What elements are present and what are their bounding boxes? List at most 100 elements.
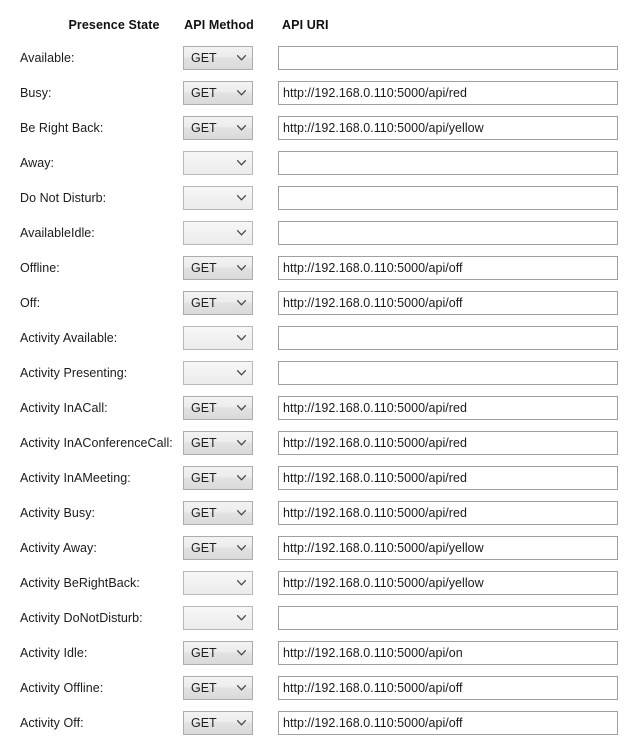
api-method-select[interactable]: GET: [183, 641, 253, 665]
api-method-select[interactable]: GET: [183, 711, 253, 735]
table-header-row: Presence State API Method API URI: [0, 18, 641, 38]
table-row: Away:: [0, 151, 641, 181]
api-uri-input[interactable]: [278, 326, 618, 350]
chevron-down-icon[interactable]: [236, 572, 246, 594]
api-method-select[interactable]: [183, 221, 253, 245]
presence-state-label: Activity BeRightBack:: [20, 576, 140, 590]
chevron-down-icon[interactable]: [236, 397, 246, 419]
api-uri-value: http://192.168.0.110:5000/api/yellow: [283, 576, 484, 590]
api-uri-input[interactable]: [278, 46, 618, 70]
presence-state-label: Activity Busy:: [20, 506, 96, 520]
column-header-api-uri: API URI: [282, 18, 329, 32]
api-uri-input[interactable]: http://192.168.0.110:5000/api/off: [278, 256, 618, 280]
api-uri-input[interactable]: [278, 221, 618, 245]
api-uri-input[interactable]: http://192.168.0.110:5000/api/yellow: [278, 536, 618, 560]
chevron-down-icon[interactable]: [236, 117, 246, 139]
api-uri-value: http://192.168.0.110:5000/api/off: [283, 681, 463, 695]
chevron-down-icon[interactable]: [236, 677, 246, 699]
chevron-down-icon[interactable]: [236, 502, 246, 524]
chevron-down-icon[interactable]: [236, 257, 246, 279]
table-row: Activity InACall: GET http://192.168.0.110…: [0, 396, 641, 426]
api-uri-input[interactable]: [278, 606, 618, 630]
presence-state-label: Be Right Back:: [20, 121, 104, 135]
presence-state-label: AvailableIdle:: [20, 226, 95, 240]
chevron-down-icon[interactable]: [236, 712, 246, 734]
presence-state-label: Off:: [20, 296, 41, 310]
api-method-select[interactable]: [183, 571, 253, 595]
api-method-value: GET: [191, 436, 217, 450]
presence-state-label: Activity Idle:: [20, 646, 88, 660]
chevron-down-icon[interactable]: [236, 327, 246, 349]
api-method-select[interactable]: GET: [183, 46, 253, 70]
api-method-select[interactable]: GET: [183, 501, 253, 525]
api-uri-input[interactable]: [278, 186, 618, 210]
chevron-down-icon[interactable]: [236, 432, 246, 454]
chevron-down-icon[interactable]: [236, 642, 246, 664]
table-row: Activity Busy: GET http://192.168.0.110:50…: [0, 501, 641, 531]
chevron-down-icon[interactable]: [236, 82, 246, 104]
api-uri-value: [283, 47, 613, 69]
table-row: Activity Idle: GET http://192.168.0.110:50…: [0, 641, 641, 671]
api-method-select[interactable]: GET: [183, 81, 253, 105]
api-uri-value: http://192.168.0.110:5000/api/yellow: [283, 541, 484, 555]
table-row: AvailableIdle:: [0, 221, 641, 251]
api-method-select[interactable]: [183, 151, 253, 175]
api-uri-input[interactable]: http://192.168.0.110:5000/api/red: [278, 396, 618, 420]
api-method-value: GET: [191, 471, 217, 485]
chevron-down-icon[interactable]: [236, 222, 246, 244]
api-uri-input[interactable]: http://192.168.0.110:5000/api/yellow: [278, 116, 618, 140]
table-row: Available: GET: [0, 46, 641, 76]
api-method-select[interactable]: GET: [183, 536, 253, 560]
api-method-value: GET: [191, 646, 217, 660]
presence-state-label: Activity DoNotDisturb:: [20, 611, 143, 625]
api-uri-input[interactable]: [278, 361, 618, 385]
api-uri-value: [283, 222, 613, 244]
api-method-select[interactable]: [183, 326, 253, 350]
api-method-select[interactable]: GET: [183, 116, 253, 140]
api-uri-input[interactable]: http://192.168.0.110:5000/api/red: [278, 501, 618, 525]
api-uri-input[interactable]: http://192.168.0.110:5000/api/red: [278, 81, 618, 105]
chevron-down-icon[interactable]: [236, 537, 246, 559]
api-uri-input[interactable]: http://192.168.0.110:5000/api/off: [278, 291, 618, 315]
api-method-select[interactable]: GET: [183, 676, 253, 700]
api-uri-input[interactable]: [278, 151, 618, 175]
api-uri-input[interactable]: http://192.168.0.110:5000/api/off: [278, 676, 618, 700]
api-uri-input[interactable]: http://192.168.0.110:5000/api/on: [278, 641, 618, 665]
api-method-value: GET: [191, 51, 217, 65]
api-method-select[interactable]: [183, 361, 253, 385]
api-uri-input[interactable]: http://192.168.0.110:5000/api/red: [278, 466, 618, 490]
api-uri-value: [283, 152, 613, 174]
api-method-select[interactable]: [183, 186, 253, 210]
chevron-down-icon[interactable]: [236, 187, 246, 209]
api-uri-value: [283, 362, 613, 384]
api-uri-input[interactable]: http://192.168.0.110:5000/api/off: [278, 711, 618, 735]
chevron-down-icon[interactable]: [236, 152, 246, 174]
chevron-down-icon[interactable]: [236, 607, 246, 629]
chevron-down-icon[interactable]: [236, 467, 246, 489]
chevron-down-icon[interactable]: [236, 362, 246, 384]
api-uri-value: http://192.168.0.110:5000/api/off: [283, 261, 463, 275]
table-row: Activity Off: GET http://192.168.0.110:500…: [0, 711, 641, 741]
api-method-select[interactable]: GET: [183, 466, 253, 490]
api-uri-input[interactable]: http://192.168.0.110:5000/api/red: [278, 431, 618, 455]
chevron-down-icon[interactable]: [236, 47, 246, 69]
api-method-value: GET: [191, 86, 217, 100]
api-uri-value: http://192.168.0.110:5000/api/red: [283, 86, 467, 100]
chevron-down-icon[interactable]: [236, 292, 246, 314]
api-uri-value: http://192.168.0.110:5000/api/off: [283, 296, 463, 310]
api-method-select[interactable]: GET: [183, 256, 253, 280]
api-method-select[interactable]: [183, 606, 253, 630]
api-uri-input[interactable]: http://192.168.0.110:5000/api/yellow: [278, 571, 618, 595]
table-row: Activity Offline: GET http://192.168.0.110…: [0, 676, 641, 706]
api-method-select[interactable]: GET: [183, 431, 253, 455]
table-row: Be Right Back: GET http://192.168.0.110:50…: [0, 116, 641, 146]
api-method-value: GET: [191, 541, 217, 555]
table-row: Do Not Disturb:: [0, 186, 641, 216]
table-row: Activity InAConferenceCall: GET http://192…: [0, 431, 641, 461]
api-method-select[interactable]: GET: [183, 291, 253, 315]
api-method-select[interactable]: GET: [183, 396, 253, 420]
api-uri-value: [283, 607, 613, 629]
table-row: Activity DoNotDisturb:: [0, 606, 641, 636]
table-row: Offline: GET http://192.168.0.110:5000/api…: [0, 256, 641, 286]
api-method-value: GET: [191, 121, 217, 135]
